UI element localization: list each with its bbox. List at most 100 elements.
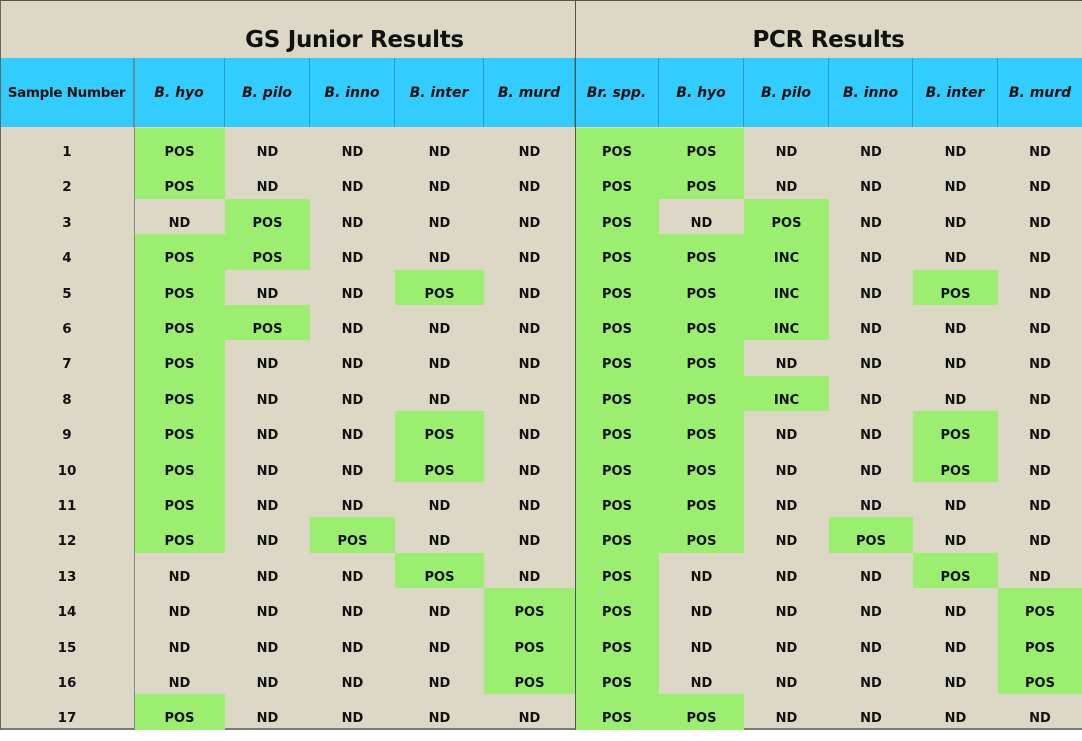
- pcr-result-cell-b-hyo: POS: [659, 375, 744, 412]
- sample-number-cell: 9: [62, 427, 72, 444]
- gs-result-cell-b-pilo: POS: [225, 234, 310, 270]
- table-row: 16 ND ND ND ND POS POS ND ND ND ND POS: [0, 659, 1082, 695]
- sample-number-cell: 6: [62, 321, 72, 337]
- gs-result-cell-b-murd: ND: [518, 180, 541, 196]
- sample-number-cell: 3: [62, 214, 72, 231]
- pcr-result-cell-br-spp: POS: [575, 340, 659, 376]
- gs-result-cell-b-murd: ND: [518, 569, 541, 585]
- table-row: 17 POS ND ND ND ND POS POS ND ND ND ND: [0, 694, 1082, 730]
- gs-result-cell-b-inter: ND: [428, 180, 451, 196]
- pcr-result-cell-b-inter: ND: [944, 676, 967, 691]
- gs-result-cell-b-pilo: ND: [256, 428, 279, 444]
- pcr-result-cell-b-pilo: ND: [775, 711, 798, 727]
- gs-result-cell-b-inno: ND: [341, 569, 364, 585]
- pcr-result-cell-br-spp: POS: [575, 269, 659, 305]
- pcr-result-cell-b-pilo: ND: [775, 676, 798, 691]
- group-title-row: GS Junior Results PCR Results: [0, 1, 1082, 58]
- table-row: 11 POS ND ND ND ND POS POS ND ND ND ND: [0, 482, 1082, 518]
- column-header-row: Sample Number B. hyo B. pilo B. inno B. int…: [0, 58, 1082, 127]
- gs-result-cell-b-pilo: POS: [225, 305, 310, 341]
- gs-result-cell-b-inno: ND: [341, 499, 364, 514]
- table-row: 4 POS POS ND ND ND POS POS INC ND ND ND: [0, 234, 1082, 270]
- pcr-result-cell-b-hyo: POS: [659, 517, 744, 553]
- gs-result-cell-b-inter: ND: [428, 711, 451, 727]
- gs-result-cell-b-inno: ND: [341, 286, 364, 302]
- gs-result-cell-b-inno: ND: [341, 322, 364, 337]
- sample-number-cell: 17: [57, 710, 77, 727]
- pcr-result-cell-br-spp: POS: [575, 552, 659, 589]
- gs-result-cell-b-pilo: ND: [256, 145, 279, 160]
- gs-result-cell-b-inno: ND: [341, 357, 364, 373]
- pcr-result-cell-b-hyo: POS: [659, 305, 744, 341]
- pcr-result-cell-b-murd: POS: [998, 659, 1082, 695]
- gs-result-cell-b-murd: ND: [518, 463, 541, 479]
- pcr-result-cell-b-hyo: POS: [659, 234, 744, 270]
- gs-result-cell-b-inno: ND: [341, 711, 364, 727]
- table-row: 15 ND ND ND ND POS POS ND ND ND ND POS: [0, 623, 1082, 659]
- gs-result-cell-b-inter: POS: [395, 446, 484, 482]
- sample-number-cell: 1: [62, 144, 72, 160]
- pcr-result-cell-b-inter: ND: [944, 251, 967, 267]
- pcr-result-cell-b-inter: POS: [913, 446, 998, 482]
- gs-result-cell-b-inter: ND: [428, 534, 451, 550]
- gs-result-cell-b-hyo: POS: [134, 375, 225, 412]
- table-row: 13 ND ND ND POS ND POS ND ND ND POS ND: [0, 552, 1082, 589]
- pcr-result-cell-b-inno: ND: [860, 215, 882, 231]
- pcr-result-cell-b-murd: ND: [1029, 499, 1051, 514]
- pcr-result-cell-b-inter: ND: [944, 357, 967, 373]
- gs-result-cell-b-inno: ND: [341, 145, 364, 160]
- gs-result-cell-b-inno: ND: [341, 640, 364, 656]
- pcr-result-cell-b-pilo: INC: [744, 375, 829, 412]
- pcr-result-cell-b-inter: ND: [944, 605, 967, 621]
- pcr-result-cell-b-inter: POS: [913, 269, 998, 305]
- pcr-result-cell-b-murd: ND: [1029, 215, 1051, 231]
- gs-result-cell-b-inter: ND: [428, 392, 451, 408]
- gs-result-cell-b-inno: ND: [341, 605, 364, 621]
- gs-result-cell-b-pilo: ND: [256, 534, 279, 550]
- pcr-result-cell-b-murd: POS: [998, 588, 1082, 624]
- pcr-result-cell-br-spp: POS: [575, 446, 659, 482]
- pcr-result-cell-b-hyo: ND: [690, 215, 713, 231]
- pcr-result-cell-b-inno: ND: [860, 605, 882, 621]
- gs-result-cell-b-pilo: ND: [256, 392, 279, 408]
- pcr-result-cell-b-inter: ND: [944, 499, 967, 514]
- pcr-result-cell-b-inno: ND: [860, 392, 882, 408]
- gs-result-cell-b-murd: POS: [484, 659, 575, 695]
- results-table: GS Junior Results PCR Results Sample Num…: [0, 0, 1082, 730]
- gs-result-cell-b-murd: ND: [518, 357, 541, 373]
- gs-result-cell-b-inno: ND: [341, 180, 364, 196]
- gs-result-cell-b-inter: POS: [395, 269, 484, 305]
- pcr-result-cell-b-hyo: ND: [690, 605, 713, 621]
- gs-result-cell-b-pilo: ND: [256, 640, 279, 656]
- gs-result-cell-b-pilo: ND: [256, 180, 279, 196]
- pcr-result-cell-b-murd: ND: [1029, 251, 1051, 267]
- pcr-result-cell-b-murd: ND: [1029, 392, 1051, 408]
- sample-number-cell: 2: [62, 179, 72, 196]
- pcr-result-cell-b-hyo: ND: [690, 676, 713, 691]
- sample-number-cell: 14: [57, 604, 77, 621]
- table-row: 7 POS ND ND ND ND POS POS ND ND ND ND: [0, 340, 1082, 376]
- pcr-result-cell-b-pilo: ND: [775, 569, 798, 585]
- gs-result-cell-b-inno: ND: [341, 251, 364, 267]
- header-pcr-br-spp: Br. spp.: [575, 58, 659, 127]
- pcr-result-cell-br-spp: POS: [575, 659, 659, 695]
- header-gs-b-hyo: B. hyo: [134, 58, 225, 127]
- pcr-result-cell-b-inter: ND: [944, 392, 967, 408]
- header-gs-b-inter: B. inter: [395, 58, 484, 127]
- pcr-result-cell-b-inter: ND: [944, 215, 967, 231]
- pcr-result-cell-b-inno: ND: [860, 499, 882, 514]
- pcr-result-cell-b-pilo: ND: [775, 499, 798, 514]
- sample-number-cell: 11: [57, 498, 77, 514]
- header-gs-b-inno: B. inno: [310, 58, 395, 127]
- gs-result-cell-b-hyo: POS: [134, 340, 225, 376]
- gs-result-cell-b-pilo: ND: [256, 569, 279, 585]
- gs-result-cell-b-pilo: ND: [256, 463, 279, 479]
- pcr-result-cell-b-inno: ND: [860, 286, 882, 302]
- gs-result-cell-b-hyo: ND: [168, 605, 191, 621]
- pcr-result-cell-b-inter: ND: [944, 640, 967, 656]
- gs-result-cell-b-hyo: POS: [134, 694, 225, 730]
- pcr-result-cell-b-hyo: POS: [659, 163, 744, 199]
- table-row: 5 POS ND ND POS ND POS POS INC ND POS ND: [0, 269, 1082, 305]
- pcr-result-cell-br-spp: POS: [575, 623, 659, 659]
- header-gs-b-murd: B. murd: [484, 58, 575, 127]
